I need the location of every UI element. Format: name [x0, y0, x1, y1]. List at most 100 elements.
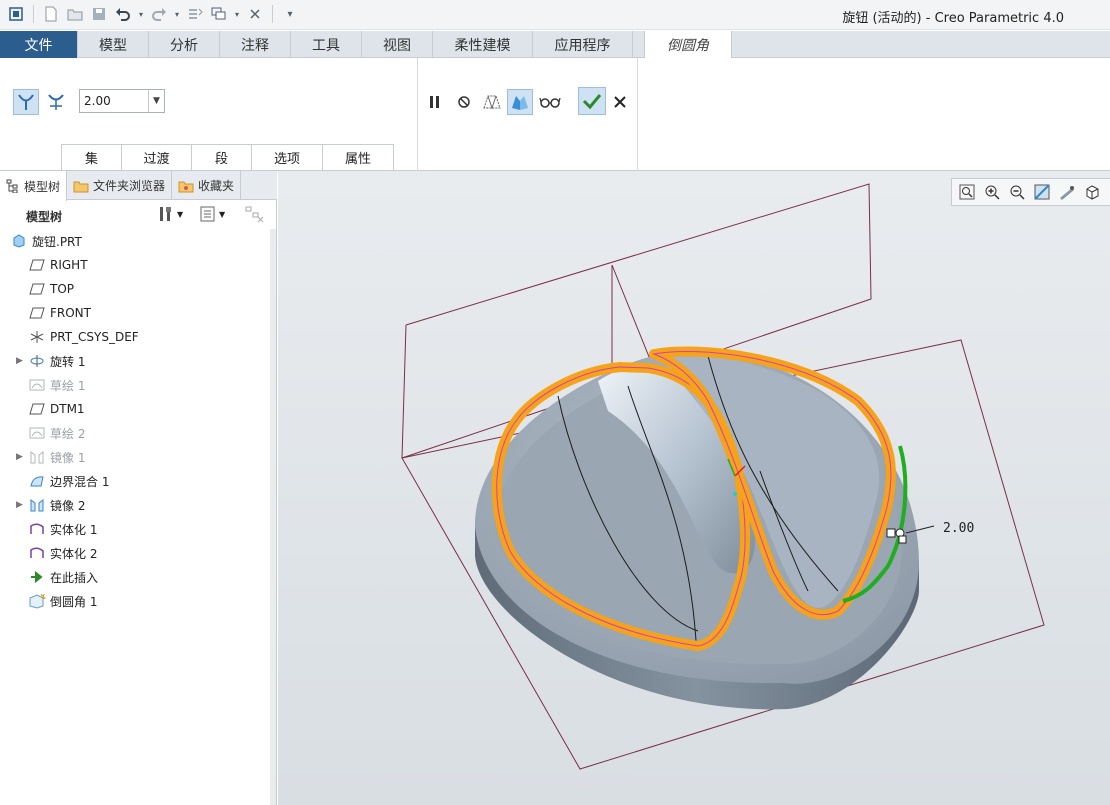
- tree-item-csys[interactable]: PRT_CSYS_DEF: [0, 325, 270, 349]
- variable-round-button[interactable]: [43, 89, 69, 115]
- saved-orientations-button[interactable]: [1081, 181, 1103, 203]
- tab-gap: [633, 31, 644, 57]
- divider: [33, 5, 34, 23]
- tree-item-front[interactable]: FRONT: [0, 301, 270, 325]
- tools-icon: [160, 207, 171, 221]
- tab-applications[interactable]: 应用程序: [533, 31, 633, 58]
- expand-icon[interactable]: ▶: [16, 500, 26, 510]
- tree-scrollbar[interactable]: [270, 229, 276, 805]
- refit-icon: [959, 184, 975, 200]
- tab-properties[interactable]: 属性: [322, 144, 394, 170]
- tree-item-part[interactable]: 旋钮.PRT: [0, 229, 270, 253]
- model-tree: 旋钮.PRT RIGHT TOP FRONT PRT_CSYS_DEF ▶ 旋转…: [0, 229, 270, 613]
- save-icon[interactable]: [89, 4, 109, 24]
- zoom-in-button[interactable]: [981, 181, 1003, 203]
- cancel-button[interactable]: [607, 89, 633, 115]
- tree-item-right[interactable]: RIGHT: [0, 253, 270, 277]
- tree-item-sketch-2[interactable]: 草绘 2: [0, 421, 270, 445]
- tab-round[interactable]: 倒圆角: [644, 31, 732, 59]
- new-file-icon[interactable]: [41, 4, 61, 24]
- tab-analysis[interactable]: 分析: [149, 31, 220, 58]
- tab-file[interactable]: 文件: [0, 31, 78, 58]
- tree-item-revolve-1[interactable]: ▶ 旋转 1: [0, 349, 270, 373]
- geometry-preview-button[interactable]: [507, 89, 533, 115]
- cube-icon: [1086, 185, 1099, 200]
- tree-item-round-1[interactable]: 倒圆角 1: [0, 589, 270, 613]
- tree-item-solidify-2[interactable]: 实体化 2: [0, 541, 270, 565]
- datum-plane-icon: [28, 305, 46, 321]
- windows-icon[interactable]: [209, 4, 229, 24]
- expand-icon[interactable]: ▶: [16, 452, 26, 462]
- no-preview-button[interactable]: [451, 89, 477, 115]
- display-style-button[interactable]: [1056, 181, 1078, 203]
- close-window-icon[interactable]: [245, 4, 265, 24]
- folder-icon: [73, 181, 89, 192]
- graphics-toolbar: [951, 178, 1110, 206]
- tree-item-label: 在此插入: [50, 570, 99, 585]
- customize-toolbar-icon[interactable]: ▾: [280, 4, 300, 24]
- tab-favorites-label: 收藏夹: [198, 179, 235, 193]
- constant-round-icon: [18, 94, 34, 110]
- redo-icon[interactable]: [149, 4, 169, 24]
- tab-folder-browser[interactable]: 文件夹浏览器: [67, 171, 173, 200]
- tab-sets[interactable]: 集: [61, 144, 122, 170]
- tree-item-label: 镜像 1: [50, 450, 86, 465]
- constant-round-button[interactable]: [13, 89, 39, 115]
- tree-item-top[interactable]: TOP: [0, 277, 270, 301]
- tree-item-insert-here[interactable]: 在此插入: [0, 565, 270, 589]
- tree-item-boundary-blend-1[interactable]: 边界混合 1: [0, 469, 270, 493]
- tree-item-label: 旋转 1: [50, 354, 86, 369]
- undo-dropdown-icon[interactable]: ▾: [137, 4, 145, 24]
- show-menu-button[interactable]: ▼: [199, 205, 225, 223]
- window-title: 旋钮 (活动的) - Creo Parametric 4.0: [842, 11, 1064, 26]
- tab-favorites[interactable]: 收藏夹: [172, 171, 242, 200]
- tab-view[interactable]: 视图: [362, 31, 433, 58]
- title-bar: ▾ ▾ ▾ ▾ 旋钮 (活动的) - Creo Parametric 4.0: [0, 0, 1110, 30]
- tree-filter-button[interactable]: [245, 205, 265, 226]
- tree-item-label: 草绘 2: [50, 426, 86, 441]
- tab-model[interactable]: 模型: [78, 31, 149, 58]
- windows-dropdown-icon[interactable]: ▾: [233, 4, 241, 24]
- tree-item-label: 倒圆角 1: [50, 594, 98, 609]
- tree-item-label: 镜像 2: [50, 498, 86, 513]
- quick-access-toolbar: ▾ ▾ ▾ ▾: [6, 4, 300, 24]
- glasses-icon: [539, 97, 561, 108]
- tab-annotate[interactable]: 注释: [220, 31, 291, 58]
- separate-preview-button[interactable]: [479, 89, 505, 115]
- tab-model-tree[interactable]: 模型树: [0, 171, 68, 201]
- redo-dropdown-icon[interactable]: ▾: [173, 4, 181, 24]
- tab-transitions[interactable]: 过渡: [121, 144, 192, 170]
- zoom-out-button[interactable]: [1006, 181, 1028, 203]
- chevron-down-icon[interactable]: ▼: [148, 90, 164, 112]
- repaint-button[interactable]: [1031, 181, 1053, 203]
- radius-combobox[interactable]: 2.00 ▼: [79, 89, 165, 113]
- tree-item-label: FRONT: [50, 306, 91, 320]
- tab-options[interactable]: 选项: [251, 144, 323, 170]
- tab-flexible-modeling[interactable]: 柔性建模: [433, 31, 533, 58]
- tab-tools[interactable]: 工具: [291, 31, 362, 58]
- expand-icon[interactable]: ▶: [16, 356, 26, 366]
- tree-item-mirror-2[interactable]: ▶ 镜像 2: [0, 493, 270, 517]
- tree-item-dtm1[interactable]: DTM1: [0, 397, 270, 421]
- regenerate-icon[interactable]: [185, 4, 205, 24]
- tree-item-mirror-1[interactable]: ▶ 镜像 1: [0, 445, 270, 469]
- refit-button[interactable]: [956, 181, 978, 203]
- dimension-label[interactable]: 2.00: [943, 521, 974, 536]
- pause-button[interactable]: [422, 89, 448, 115]
- app-menu-icon[interactable]: [6, 4, 26, 24]
- tree-title: 模型树: [26, 210, 63, 224]
- settings-menu-button[interactable]: ▼: [157, 205, 183, 223]
- undo-icon[interactable]: [113, 4, 133, 24]
- navigator-panel: 模型树 文件夹浏览器 收藏夹 模型树 ▼ ▼ 旋钮.PRT RIGHT TOP …: [0, 171, 277, 805]
- model-view[interactable]: 2.00: [278, 171, 1110, 805]
- tree-item-sketch-1[interactable]: 草绘 1: [0, 373, 270, 397]
- verify-mode-button[interactable]: [537, 89, 563, 115]
- filter-icon: [245, 206, 264, 223]
- radius-value[interactable]: 2.00: [80, 90, 148, 112]
- tree-item-label: 边界混合 1: [50, 474, 110, 489]
- open-file-icon[interactable]: [65, 4, 85, 24]
- apply-button[interactable]: [578, 87, 606, 115]
- tab-pieces[interactable]: 段: [191, 144, 252, 170]
- graphics-window[interactable]: 2.00: [278, 171, 1110, 805]
- tree-item-solidify-1[interactable]: 实体化 1: [0, 517, 270, 541]
